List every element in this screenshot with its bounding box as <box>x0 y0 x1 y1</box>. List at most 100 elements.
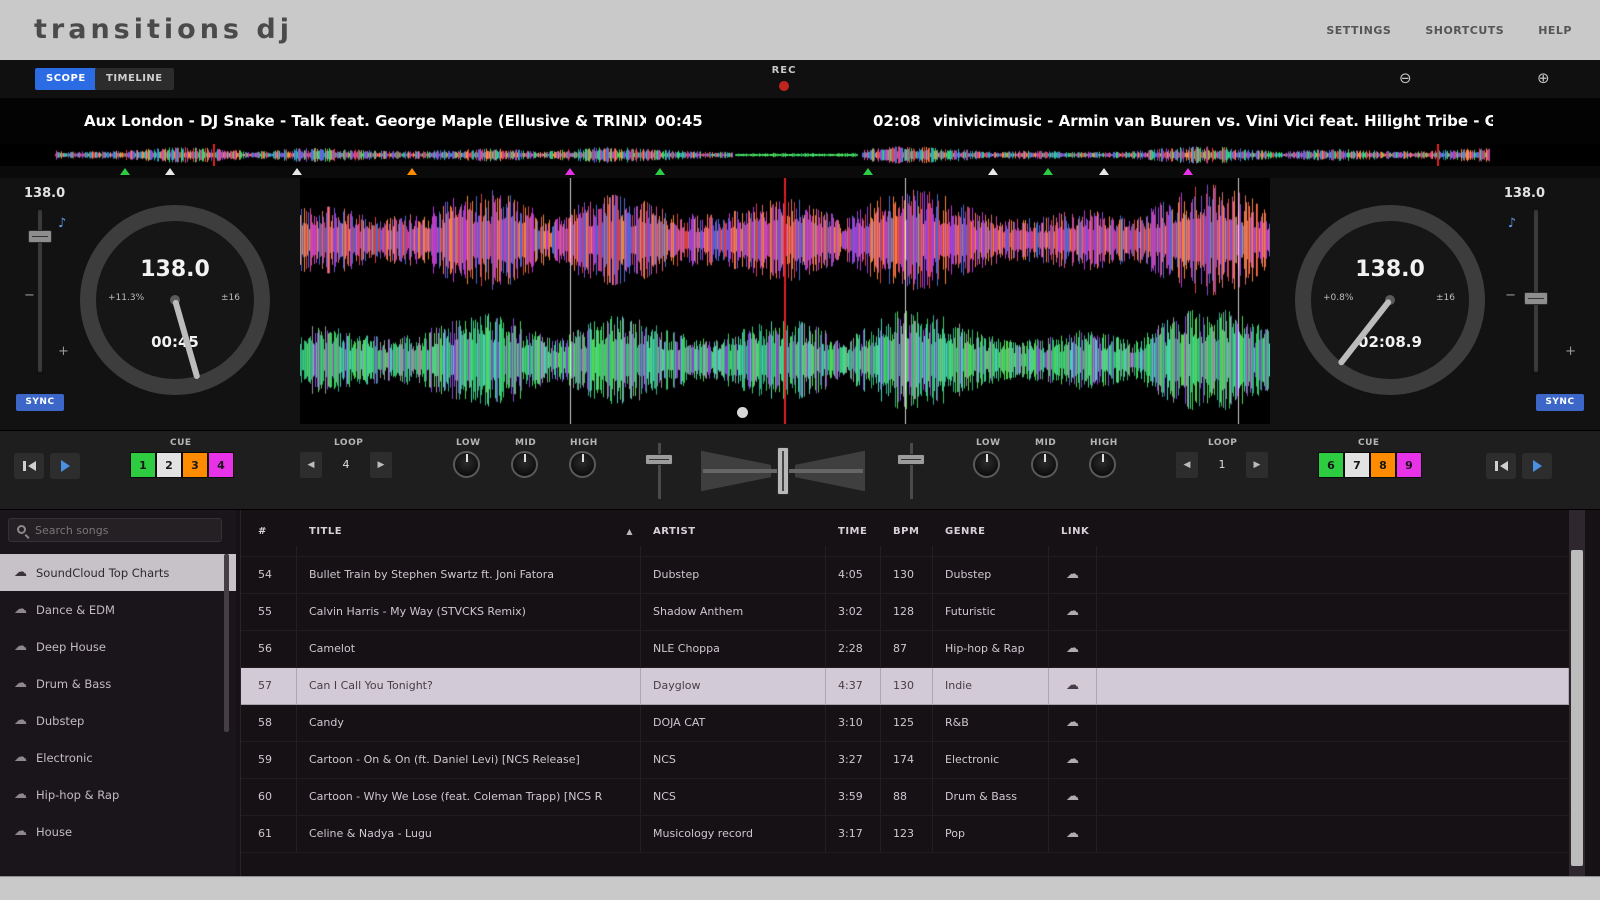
overview-waveform-canvas[interactable] <box>0 144 1600 166</box>
row-filler <box>1097 779 1569 815</box>
deck-b-eq-low-label: LOW <box>976 438 1001 448</box>
sidebar-scrollbar-thumb[interactable] <box>224 554 229 732</box>
cue-button-1[interactable]: 1 <box>130 452 156 478</box>
menu-shortcuts[interactable]: SHORTCUTS <box>1425 24 1504 37</box>
row-link-cloud-icon[interactable]: ☁ <box>1049 816 1097 852</box>
rec-label: REC <box>770 65 798 76</box>
deck-b-skip-start-button[interactable] <box>1486 453 1516 479</box>
cue-button-7[interactable]: 7 <box>1344 452 1370 478</box>
deck-b-jog-range: ±16 <box>1436 293 1455 303</box>
deck-a-loop-decrease-button[interactable]: ◀ <box>300 452 322 478</box>
playlist-item[interactable]: ☁Electronic <box>0 739 236 776</box>
deck-a-eq-low-knob[interactable] <box>453 451 480 478</box>
playlist-item[interactable]: ☁Deep House <box>0 628 236 665</box>
deck-a-jog-wheel[interactable]: 138.0 +11.3% ±16 00:45 <box>80 205 270 395</box>
cue-marker <box>292 168 302 175</box>
deck-a-cue-label: CUE <box>170 438 192 448</box>
deck-b-play-button[interactable] <box>1522 453 1552 479</box>
cue-button-8[interactable]: 8 <box>1370 452 1396 478</box>
playlist-item[interactable]: ☁Drum & Bass <box>0 665 236 702</box>
row-link-cloud-icon[interactable]: ☁ <box>1049 705 1097 741</box>
deck-a-jog-time: 00:45 <box>96 333 254 351</box>
deck-b-volume-fader-handle[interactable] <box>897 454 925 465</box>
playlist-item[interactable]: ☁ House <box>0 813 236 850</box>
row-link-cloud-icon[interactable]: ☁ <box>1049 779 1097 815</box>
deck-b-pitch-handle[interactable] <box>1524 292 1548 305</box>
deck-b-eq-high-knob[interactable] <box>1089 451 1116 478</box>
table-row[interactable]: 55Calvin Harris - My Way (STVCKS Remix)S… <box>241 594 1569 631</box>
column-header-number[interactable]: # <box>241 518 297 546</box>
table-scrollbar-thumb[interactable] <box>1571 550 1583 866</box>
menu-settings[interactable]: SETTINGS <box>1326 24 1391 37</box>
main-waveform-panel[interactable] <box>300 178 1270 424</box>
column-header-title[interactable]: TITLE ▲ <box>297 518 641 546</box>
deck-a-eq-mid-knob[interactable] <box>511 451 538 478</box>
playlist-item[interactable]: ☁Hip-hop & Rap <box>0 776 236 813</box>
deck-b-loop-decrease-button[interactable]: ◀ <box>1176 452 1198 478</box>
deck-a-loop-increase-button[interactable]: ▶ <box>370 452 392 478</box>
zoom-out-icon[interactable]: ⊖ <box>1399 69 1412 87</box>
row-link-cloud-icon[interactable]: ☁ <box>1049 546 1097 556</box>
soundcloud-icon: ☁ <box>14 824 27 839</box>
cue-button-3[interactable]: 3 <box>182 452 208 478</box>
search-input[interactable] <box>9 519 221 541</box>
deck-a-loop-label: LOOP <box>334 438 363 448</box>
table-row[interactable]: 57Can I Call You Tonight?Dayglow4:37130I… <box>241 668 1569 705</box>
row-link-cloud-icon[interactable]: ☁ <box>1049 668 1097 704</box>
deck-b-eq-low-knob[interactable] <box>973 451 1000 478</box>
playlist-item[interactable]: ☁SoundCloud Top Charts <box>0 554 236 591</box>
deck-a-play-button[interactable] <box>50 453 80 479</box>
row-link-cloud-icon[interactable]: ☁ <box>1049 742 1097 778</box>
row-artist: DOJA CAT <box>641 705 826 741</box>
table-row[interactable]: 53Bring 'Em OutYoungboy Never Broke Aga2… <box>241 546 1569 557</box>
playlist-label: House <box>36 825 72 839</box>
soundcloud-icon: ☁ <box>14 750 27 765</box>
row-link-cloud-icon[interactable]: ☁ <box>1049 557 1097 593</box>
zoom-in-icon[interactable]: ⊕ <box>1537 69 1550 87</box>
cue-button-4[interactable]: 4 <box>208 452 234 478</box>
cue-button-9[interactable]: 9 <box>1396 452 1422 478</box>
deck-a-pitch-handle[interactable] <box>28 230 52 243</box>
table-scrollbar[interactable] <box>1569 510 1585 876</box>
row-link-cloud-icon[interactable]: ☁ <box>1049 594 1097 630</box>
table-header: # TITLE ▲ ARTIST TIME BPM GENRE LINK <box>241 518 1569 546</box>
table-row[interactable]: 60Cartoon - Why We Lose (feat. Coleman T… <box>241 779 1569 816</box>
cue-button-6[interactable]: 6 <box>1318 452 1344 478</box>
column-header-genre[interactable]: GENRE <box>933 518 1049 546</box>
table-row[interactable]: 56CamelotNLE Choppa2:2887Hip-hop & Rap☁ <box>241 631 1569 668</box>
deck-a-sync-button[interactable]: SYNC <box>16 394 64 411</box>
column-header-bpm[interactable]: BPM <box>881 518 933 546</box>
table-row[interactable]: 54Bullet Train by Stephen Swartz ft. Jon… <box>241 557 1569 594</box>
tab-scope[interactable]: SCOPE <box>35 68 97 90</box>
column-header-artist[interactable]: ARTIST <box>641 518 826 546</box>
main-waveform-canvas[interactable] <box>300 178 1270 424</box>
waveform-position-dot[interactable] <box>737 407 748 418</box>
deck-a-eq-mid-label: MID <box>515 438 536 448</box>
column-header-link[interactable]: LINK <box>1049 518 1097 546</box>
deck-a-jog-range: ±16 <box>221 293 240 303</box>
menu-help[interactable]: HELP <box>1538 24 1572 37</box>
deck-a-volume-fader-handle[interactable] <box>645 454 673 465</box>
cue-button-2[interactable]: 2 <box>156 452 182 478</box>
deck-b-jog-wheel[interactable]: 138.0 +0.8% ±16 02:08.9 <box>1295 205 1485 395</box>
deck-b-pitch-slider[interactable] <box>1534 210 1538 372</box>
deck-a-eq-high-knob[interactable] <box>569 451 596 478</box>
playlist-item[interactable]: ☁Dance & EDM <box>0 591 236 628</box>
table-row[interactable]: 58CandyDOJA CAT3:10125R&B☁ <box>241 705 1569 742</box>
row-link-cloud-icon[interactable]: ☁ <box>1049 631 1097 667</box>
deck-b-loop-increase-button[interactable]: ▶ <box>1246 452 1268 478</box>
playlist-item[interactable]: ☁Dubstep <box>0 702 236 739</box>
table-row[interactable]: 61Celine & Nadya - LuguMusicology record… <box>241 816 1569 853</box>
deck-b-eq-mid-knob[interactable] <box>1031 451 1058 478</box>
crossfader[interactable] <box>701 443 865 499</box>
table-row[interactable]: 59Cartoon - On & On (ft. Daniel Levi) [N… <box>241 742 1569 779</box>
overview-waveform-strip[interactable] <box>0 144 1600 166</box>
deck-a-volume-fader-track[interactable] <box>658 443 661 499</box>
crossfader-handle[interactable] <box>777 447 789 495</box>
deck-b-volume-fader-track[interactable] <box>910 443 913 499</box>
rec-indicator[interactable] <box>779 81 789 91</box>
tab-timeline[interactable]: TIMELINE <box>95 68 174 90</box>
deck-b-sync-button[interactable]: SYNC <box>1536 394 1584 411</box>
column-header-time[interactable]: TIME <box>826 518 881 546</box>
deck-a-skip-start-button[interactable] <box>14 453 44 479</box>
